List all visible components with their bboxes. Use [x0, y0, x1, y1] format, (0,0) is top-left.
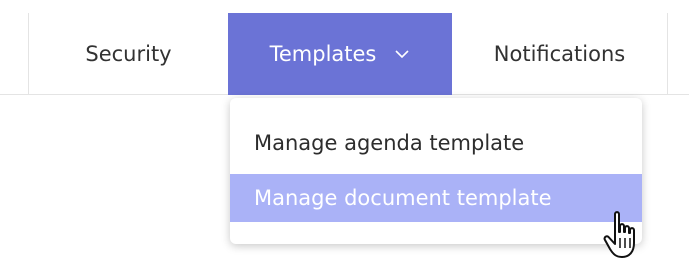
tab-notifications[interactable]: Notifications	[452, 13, 668, 95]
tab-security[interactable]: Security	[28, 13, 228, 95]
tab-templates[interactable]: Templates	[228, 13, 452, 95]
hand-pointer-icon	[603, 211, 635, 258]
tab-bar: Security Templates Notifications	[0, 13, 689, 95]
tab-label: Templates	[269, 42, 377, 66]
templates-dropdown-menu: Manage agenda template Manage document t…	[230, 98, 642, 244]
menu-item-manage-agenda-template[interactable]: Manage agenda template	[230, 120, 642, 166]
chevron-down-icon	[395, 50, 409, 59]
menu-item-label: Manage document template	[254, 186, 552, 210]
screen: Security Templates Notifications Manage …	[0, 0, 689, 268]
tab-label: Notifications	[493, 42, 626, 66]
menu-item-label: Manage agenda template	[254, 131, 525, 155]
tab-label: Security	[85, 42, 172, 66]
menu-item-manage-document-template[interactable]: Manage document template	[230, 174, 642, 222]
